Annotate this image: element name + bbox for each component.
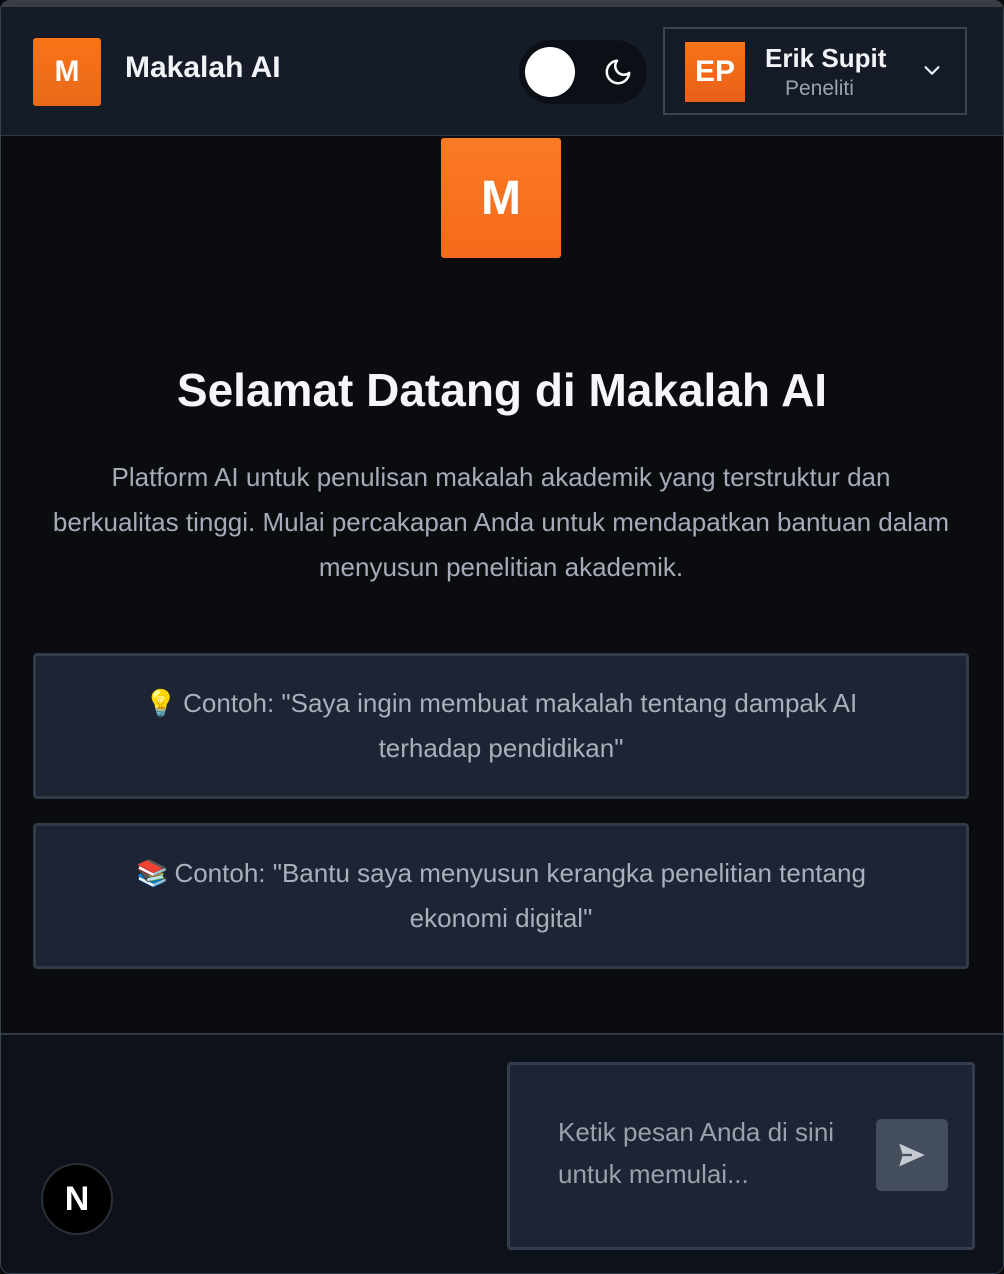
user-menu-button[interactable]: EP Erik Supit Peneliti (663, 27, 967, 115)
app-header: M Makalah AI EP Erik Supit Peneliti (1, 7, 1003, 136)
theme-toggle[interactable] (519, 40, 647, 104)
send-icon (899, 1143, 925, 1167)
app-title: Makalah AI (125, 51, 281, 84)
toggle-knob (525, 47, 575, 97)
example-prompt-label: Contoh: "Saya ingin membuat makalah tent… (183, 688, 858, 763)
user-role: Peneliti (785, 77, 854, 100)
hero-logo: M (441, 138, 561, 258)
avatar: EP (685, 42, 745, 102)
welcome-description: Platform AI untuk penulisan makalah akad… (52, 462, 950, 582)
example-prompt-card[interactable]: 📚 Contoh: "Bantu saya menyusun kerangka p… (33, 823, 969, 969)
example-prompt-card[interactable]: 💡 Contoh: "Saya ingin membuat makalah ten… (33, 653, 969, 799)
message-input[interactable] (558, 1111, 858, 1207)
app-window: M Makalah AI EP Erik Supit Peneliti M Se… (0, 0, 1004, 1274)
lightbulb-icon: 💡 (144, 688, 178, 718)
moon-icon (605, 59, 631, 85)
example-prompt-label: Contoh: "Bantu saya menyusun kerangka pe… (174, 858, 866, 933)
message-composer (507, 1062, 975, 1250)
chevron-down-icon (924, 66, 940, 75)
example-prompt-text: 💡 Contoh: "Saya ingin membuat makalah ten… (116, 681, 886, 771)
welcome-title: Selamat Datang di Makalah AI (176, 364, 828, 416)
send-button[interactable] (876, 1119, 948, 1191)
user-name: Erik Supit (765, 43, 887, 73)
example-prompt-text: 📚 Contoh: "Bantu saya menyusun kerangka p… (116, 851, 886, 941)
nextjs-badge[interactable]: N (41, 1163, 113, 1235)
books-icon: 📚 (136, 858, 169, 888)
app-logo[interactable]: M (33, 38, 101, 106)
